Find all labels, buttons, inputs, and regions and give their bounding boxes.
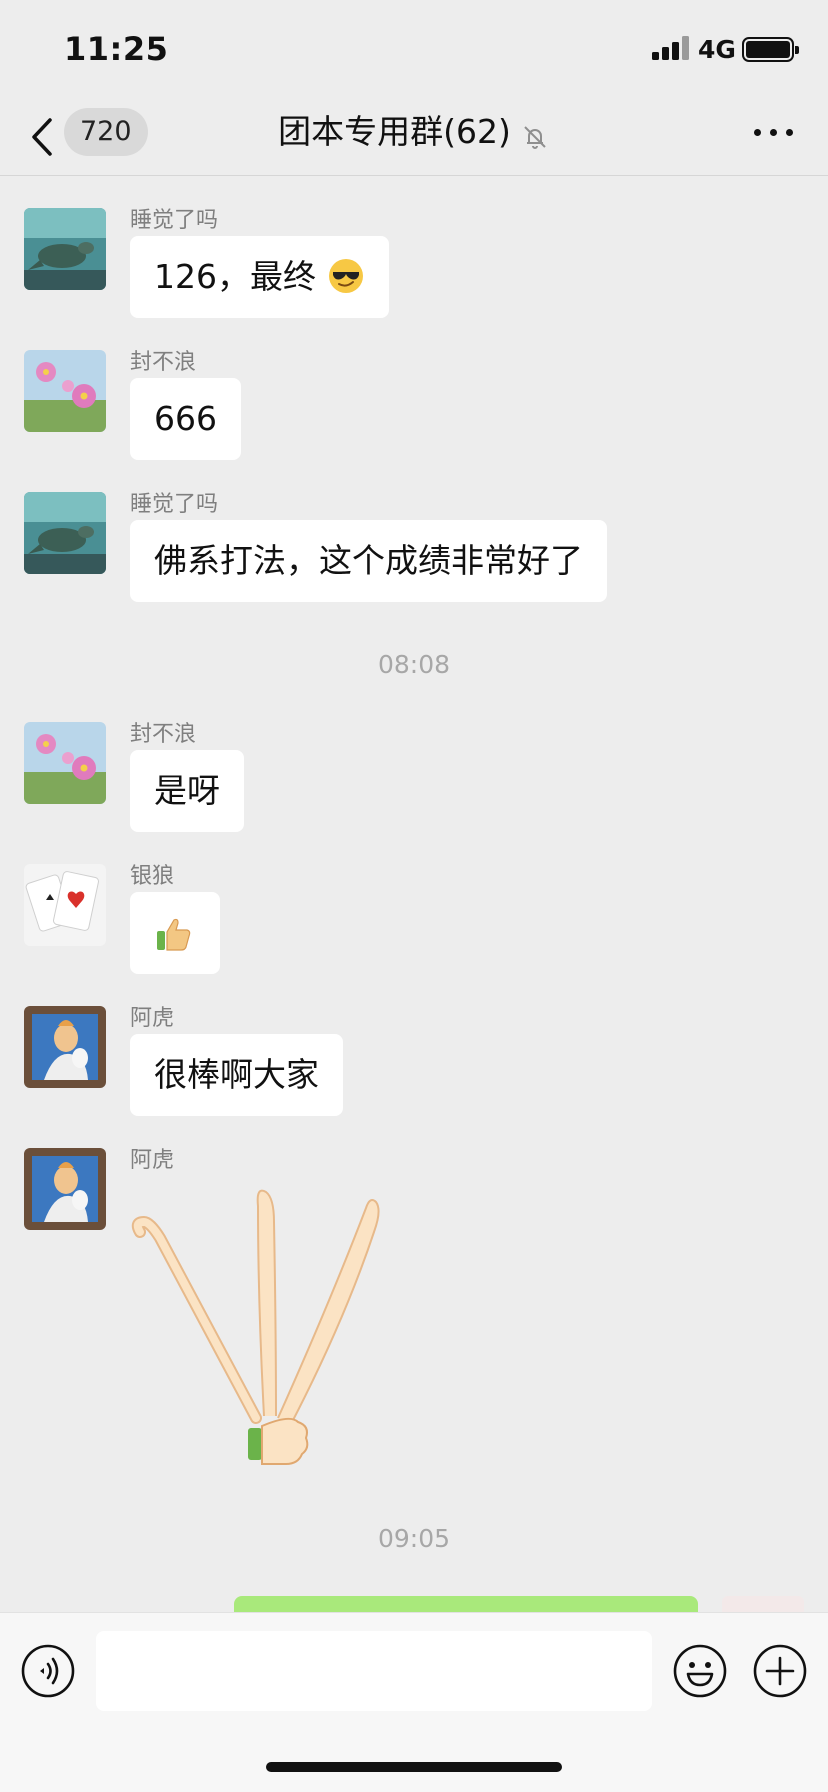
message-text: 126，最终 <box>154 257 316 296</box>
sender-name: 阿虎 <box>130 1006 175 1031</box>
sender-name: 睡觉了吗 <box>130 208 219 233</box>
message-text: 很棒啊大家 <box>154 1055 319 1094</box>
signal-strength-icon <box>652 36 689 60</box>
long-fingers-thumbs-up-sticker[interactable] <box>130 1182 400 1472</box>
message-bubble[interactable]: 佛系打法，这个成绩非常好了 <box>130 520 607 602</box>
flower-avatar-image <box>24 350 106 432</box>
voice-icon <box>21 1644 75 1698</box>
avatar[interactable] <box>24 350 106 432</box>
avatar[interactable] <box>24 864 106 946</box>
timestamp-divider: 08:08 <box>377 650 451 679</box>
avatar[interactable] <box>24 208 106 290</box>
home-indicator[interactable] <box>266 1762 562 1772</box>
bell-slash-icon <box>524 125 546 149</box>
message-text: 佛系打法，这个成绩非常好了 <box>154 541 583 580</box>
sender-name: 封不浪 <box>130 350 197 375</box>
sea-turtle-avatar-image <box>24 492 106 574</box>
voice-input-button[interactable] <box>20 1643 76 1699</box>
smiley-icon <box>673 1644 727 1698</box>
plus-icon <box>753 1644 807 1698</box>
cartoon-character-avatar-image <box>24 1006 106 1088</box>
playing-cards-avatar-image <box>24 864 106 946</box>
sender-name: 阿虎 <box>130 1148 175 1173</box>
cartoon-character-avatar-image <box>24 1148 106 1230</box>
chat-title-wrap: 团本专用群(62) <box>0 108 828 156</box>
avatar[interactable] <box>24 1148 106 1230</box>
sender-name: 封不浪 <box>130 722 197 747</box>
chat-title[interactable]: 团本专用群(62) <box>278 112 511 151</box>
avatar[interactable] <box>24 722 106 804</box>
chat-header: 720 团本专用群(62) <box>0 100 828 176</box>
flower-avatar-image <box>24 722 106 804</box>
status-time: 11:25 <box>64 30 169 68</box>
thumbs-up-icon <box>157 918 191 951</box>
battery-icon <box>742 37 799 62</box>
sunglasses-emoji-icon <box>328 258 363 293</box>
avatar[interactable] <box>24 1006 106 1088</box>
message-bubble[interactable]: 是呀 <box>130 750 244 832</box>
sender-name: 银狼 <box>130 864 175 889</box>
timestamp-divider: 09:05 <box>377 1524 451 1553</box>
message-bubble[interactable]: 666 <box>130 378 241 460</box>
status-bar: 11:25 4G <box>0 0 828 100</box>
sender-name: 睡觉了吗 <box>130 492 219 517</box>
more-options-button[interactable] <box>754 122 794 142</box>
avatar[interactable] <box>24 492 106 574</box>
more-functions-button[interactable] <box>752 1643 808 1699</box>
emoji-button[interactable] <box>672 1643 728 1699</box>
network-type: 4G <box>698 35 736 64</box>
message-input[interactable] <box>96 1631 652 1711</box>
message-text: 666 <box>154 399 217 438</box>
message-text: 是呀 <box>154 771 220 810</box>
sea-turtle-avatar-image <box>24 208 106 290</box>
message-bubble[interactable]: 很棒啊大家 <box>130 1034 343 1116</box>
message-bubble[interactable]: 126，最终 <box>130 236 389 318</box>
message-bubble[interactable] <box>130 892 220 974</box>
